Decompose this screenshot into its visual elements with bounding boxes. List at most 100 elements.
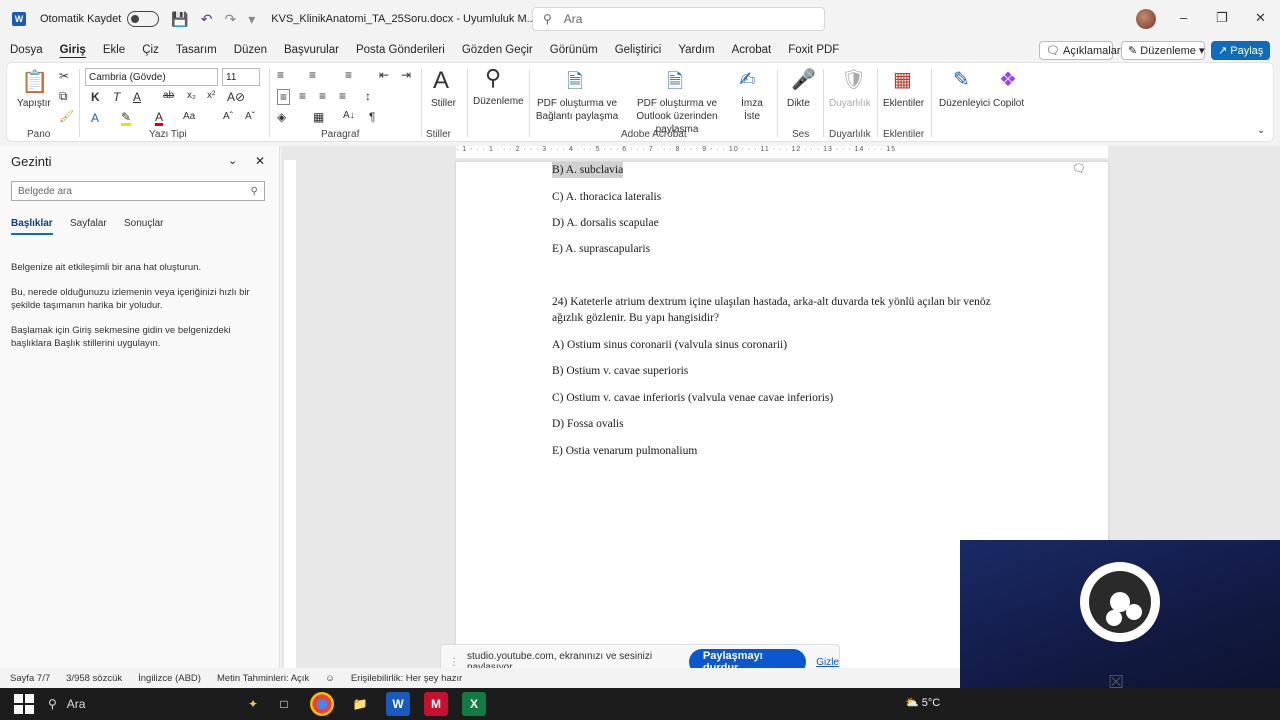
strikethrough-icon[interactable]: ab bbox=[163, 90, 174, 101]
pdf-share-label[interactable]: PDF oluşturma ve Bağlantı paylaşma bbox=[535, 97, 619, 123]
nav-options-icon[interactable]: ⌄ bbox=[228, 154, 237, 167]
search-box[interactable]: ⚲ Ara bbox=[532, 7, 825, 31]
tab-ekle[interactable]: Ekle bbox=[103, 44, 125, 56]
windows-start-icon[interactable] bbox=[14, 694, 34, 714]
chrome-icon[interactable] bbox=[310, 692, 334, 716]
borders-icon[interactable]: ▦ bbox=[313, 110, 324, 124]
redo-icon[interactable]: ↷ bbox=[225, 11, 237, 28]
cut-icon[interactable]: ✂ bbox=[59, 69, 69, 83]
tab-giris[interactable]: Giriş bbox=[60, 44, 86, 56]
tab-acrobat[interactable]: Acrobat bbox=[732, 44, 772, 56]
option-line[interactable]: E) Ostia venarum pulmonalium bbox=[552, 443, 697, 459]
save-icon[interactable]: 💾 bbox=[171, 11, 188, 28]
microphone-icon[interactable]: 🎤 bbox=[791, 67, 816, 92]
copilot-label[interactable]: Copilot bbox=[993, 97, 1024, 110]
find-icon[interactable]: ⚲ bbox=[485, 65, 501, 91]
font-color-icon[interactable]: A bbox=[155, 111, 164, 126]
nav-tab-results[interactable]: Sonuçlar bbox=[124, 218, 163, 229]
highlight-icon[interactable]: ✎ bbox=[121, 111, 132, 126]
accessibility-icon[interactable]: ☺ bbox=[325, 673, 335, 684]
font-size-field[interactable]: 11 bbox=[222, 68, 260, 86]
tab-gorunum[interactable]: Görünüm bbox=[550, 44, 598, 56]
document-title[interactable]: KVS_KlinikAnatomi_TA_25Soru.docx - Uyuml… bbox=[271, 13, 536, 25]
minimize-icon[interactable]: – bbox=[1180, 10, 1187, 25]
tab-gelistirici[interactable]: Geliştirici bbox=[615, 44, 662, 56]
sign-request-label[interactable]: İmza İste bbox=[737, 97, 767, 123]
paste-icon[interactable]: 📋 bbox=[21, 69, 48, 95]
tab-basvurular[interactable]: Başvurular bbox=[284, 44, 339, 56]
format-painter-icon[interactable]: 🖌 bbox=[59, 109, 74, 123]
tab-dosya[interactable]: Dosya bbox=[10, 44, 43, 56]
close-icon[interactable]: ✕ bbox=[1255, 10, 1266, 26]
text-effects-icon[interactable]: A bbox=[91, 111, 99, 125]
nav-tab-pages[interactable]: Sayfalar bbox=[70, 218, 107, 229]
tab-duzen[interactable]: Düzen bbox=[234, 44, 267, 56]
option-line[interactable]: B) A. subclavia bbox=[552, 162, 624, 178]
superscript-icon[interactable]: x² bbox=[207, 90, 215, 101]
tab-tasarim[interactable]: Tasarım bbox=[176, 44, 217, 56]
comments-button[interactable]: 🗨 Açıklamalar bbox=[1039, 41, 1121, 60]
increase-indent-icon[interactable]: ⇥ bbox=[401, 68, 411, 82]
shading-icon[interactable]: ◈ bbox=[277, 110, 286, 124]
styles-icon[interactable]: A bbox=[433, 67, 449, 95]
undo-icon[interactable]: ↶ bbox=[201, 11, 213, 28]
text-predictions-status[interactable]: Metin Tahminleri: Açık bbox=[217, 673, 309, 684]
option-line[interactable]: C) Ostium v. cavae inferioris (valvula v… bbox=[552, 390, 833, 406]
font-name-field[interactable]: Cambria (Gövde) bbox=[85, 68, 218, 86]
bold-icon[interactable]: K bbox=[91, 90, 100, 104]
tab-posta[interactable]: Posta Gönderileri bbox=[356, 44, 445, 56]
align-right-icon[interactable]: ≡ bbox=[319, 89, 326, 103]
word-taskbar-icon[interactable]: W bbox=[386, 692, 410, 716]
word-count[interactable]: 3/958 sözcük bbox=[66, 673, 122, 684]
hide-link[interactable]: Gizle bbox=[816, 657, 839, 668]
tab-ciz[interactable]: Çiz bbox=[142, 44, 159, 56]
multilevel-list-icon[interactable]: ≡ bbox=[345, 68, 352, 82]
option-line[interactable]: A) Ostium sinus coronarii (valvula sinus… bbox=[552, 337, 787, 353]
editor-icon[interactable]: ✎ bbox=[953, 67, 970, 92]
task-view-icon[interactable]: □ bbox=[272, 692, 296, 716]
bullets-icon[interactable]: ≡ bbox=[277, 68, 284, 82]
signature-icon[interactable]: ✍ bbox=[739, 67, 756, 92]
sensitivity-label[interactable]: Duyarlılık bbox=[829, 97, 871, 110]
align-left-icon[interactable]: ≡ bbox=[277, 89, 291, 105]
drag-handle-icon[interactable]: ⋮ bbox=[449, 657, 459, 668]
avatar[interactable] bbox=[1136, 9, 1156, 29]
option-line[interactable]: C) A. thoracica lateralis bbox=[552, 189, 661, 205]
styles-label[interactable]: Stiller bbox=[431, 97, 456, 110]
weather-widget[interactable]: ⛅ 5°C bbox=[905, 696, 940, 709]
change-case-icon[interactable]: Aa bbox=[183, 111, 195, 122]
option-line[interactable]: D) Fossa ovalis bbox=[552, 416, 624, 432]
tab-yardim[interactable]: Yardım bbox=[678, 44, 714, 56]
shrink-font-icon[interactable]: Aˇ bbox=[245, 111, 255, 122]
option-line[interactable]: D) A. dorsalis scapulae bbox=[552, 215, 659, 231]
language-status[interactable]: İngilizce (ABD) bbox=[138, 673, 201, 684]
collapse-ribbon-icon[interactable]: ⌄ bbox=[1257, 125, 1265, 136]
share-button[interactable]: ↗ Paylaş bbox=[1211, 41, 1270, 60]
sort-icon[interactable]: A↓ bbox=[343, 110, 355, 121]
question-text[interactable]: 24) Kateterle atrium dextrum içine ulaşı… bbox=[552, 294, 1012, 326]
sensitivity-icon[interactable]: 🛡 bbox=[841, 67, 866, 92]
editor-label[interactable]: Düzenleyici bbox=[939, 97, 990, 110]
line-spacing-icon[interactable]: ↕ bbox=[365, 89, 371, 103]
nav-tab-headings[interactable]: Başlıklar bbox=[11, 218, 53, 235]
editing-label[interactable]: Düzenleme bbox=[473, 95, 524, 108]
nav-search-input[interactable]: Belgede ara ⚲ bbox=[11, 181, 265, 201]
paste-label[interactable]: Yapıştır bbox=[17, 97, 51, 110]
pilcrow-icon[interactable]: ¶ bbox=[369, 110, 375, 124]
excel-taskbar-icon[interactable]: X bbox=[462, 692, 486, 716]
taskbar-search[interactable]: ⚲ Ara ✦ bbox=[48, 697, 258, 711]
numbering-icon[interactable]: ≡ bbox=[309, 68, 316, 82]
tab-foxit[interactable]: Foxit PDF bbox=[788, 44, 839, 56]
nav-search-icon[interactable]: ⚲ bbox=[251, 186, 258, 197]
restore-icon[interactable]: ❐ bbox=[1216, 10, 1228, 26]
addins-label[interactable]: Eklentiler bbox=[883, 97, 924, 110]
horizontal-ruler[interactable]: · 1 · · · 1 · · · 2 · · · 3 · · · 4 · · … bbox=[456, 146, 1108, 158]
addins-icon[interactable]: ▦ bbox=[893, 67, 912, 92]
grow-font-icon[interactable]: Aˆ bbox=[223, 111, 233, 122]
autosave-toggle[interactable] bbox=[127, 11, 160, 27]
nav-close-icon[interactable]: ✕ bbox=[255, 154, 265, 168]
underline-icon[interactable]: A bbox=[133, 90, 141, 104]
justify-icon[interactable]: ≡ bbox=[339, 89, 346, 103]
pdf-share-icon[interactable]: 🗎 bbox=[567, 67, 583, 101]
comment-marker-icon[interactable]: 🗨 bbox=[1072, 162, 1086, 175]
